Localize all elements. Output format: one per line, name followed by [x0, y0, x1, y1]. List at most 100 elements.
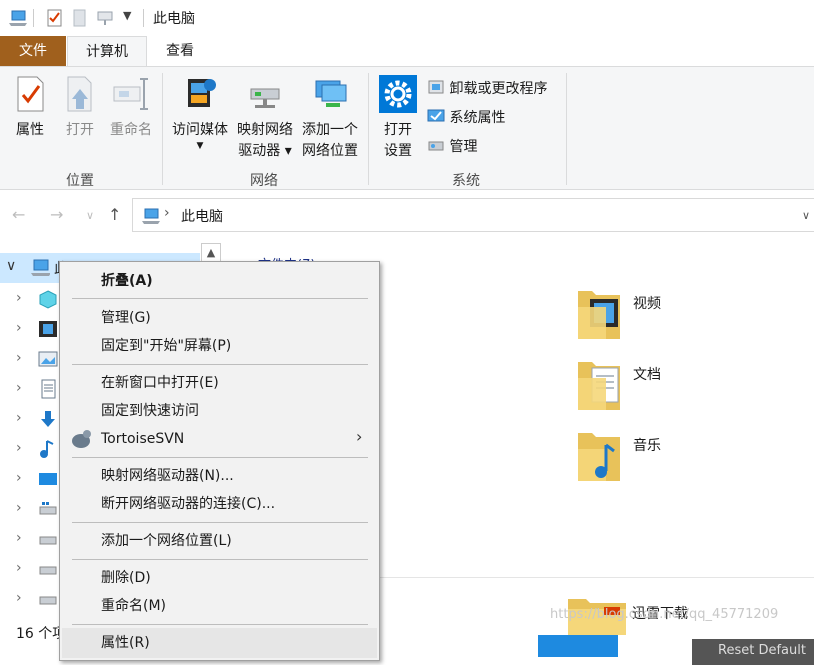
ribbon: 属性 打开 重命名 位置 访问媒体 ▼ 映射网络 驱动器 ▾ 添加一个 网络位置…: [0, 66, 814, 190]
chevron-right-icon[interactable]: ›: [16, 470, 22, 486]
open-settings-label-1: 打开: [384, 122, 412, 138]
divider: [143, 9, 144, 27]
menu-item-collapse[interactable]: 折叠(A): [101, 267, 153, 295]
tab-view[interactable]: 查看: [147, 36, 213, 66]
uninstall-programs-button[interactable]: 卸载或更改程序: [427, 77, 547, 101]
menu-item-add-network-location[interactable]: 添加一个网络位置(L): [101, 527, 232, 555]
folder-label-videos: 视频: [633, 296, 661, 312]
expanded-chevron-icon[interactable]: ∨: [6, 258, 16, 274]
menu-item-disconnect-drive[interactable]: 断开网络驱动器的连接(C)...: [101, 490, 275, 518]
breadcrumb-chevron-icon[interactable]: ›: [164, 205, 170, 221]
menu-separator: [72, 559, 368, 560]
tab-file[interactable]: 文件: [0, 36, 66, 66]
map-drive-label-2: 驱动器 ▾: [238, 143, 292, 159]
picture-icon: [38, 351, 58, 367]
computer-icon: [31, 259, 50, 276]
menu-item-tortoisesvn[interactable]: TortoiseSVN: [101, 425, 184, 453]
system-properties-icon: [427, 109, 445, 122]
open-settings-label-2: 设置: [384, 143, 412, 159]
folder-videos[interactable]: 视频: [576, 287, 696, 343]
open-settings-button[interactable]: 打开 设置: [376, 75, 420, 162]
reset-default-button[interactable]: Reset Default: [692, 639, 814, 665]
add-network-label-1: 添加一个: [302, 122, 358, 138]
add-network-location-button[interactable]: 添加一个 网络位置: [298, 75, 362, 162]
group-separator: [368, 73, 369, 185]
manage-button[interactable]: 管理: [427, 135, 477, 159]
rename-label: 重命名: [110, 122, 152, 138]
menu-item-pin-quick-access[interactable]: 固定到快速访问: [101, 397, 199, 425]
network-location-icon: [315, 80, 347, 107]
properties-button[interactable]: 属性: [8, 75, 52, 141]
computer-icon: [9, 10, 27, 26]
title-bar: ▼ 此电脑: [0, 0, 814, 36]
chevron-right-icon[interactable]: ›: [16, 530, 22, 546]
rename-button[interactable]: 重命名: [106, 75, 156, 141]
menu-item-manage[interactable]: 管理(G): [101, 304, 151, 332]
tab-computer[interactable]: 计算机: [67, 36, 147, 66]
open-label: 打开: [66, 122, 94, 138]
uninstall-icon: [428, 80, 444, 94]
forward-arrow-icon[interactable]: →: [50, 205, 63, 224]
group-label-location: 位置: [66, 173, 94, 189]
menu-item-map-network-drive[interactable]: 映射网络驱动器(N)...: [101, 462, 234, 490]
address-row: ← → ∨ ↑ › 此电脑 ∨: [0, 191, 814, 241]
menu-separator: [72, 457, 368, 458]
music-note-icon: [40, 440, 54, 458]
rename-icon: [113, 78, 148, 110]
address-bar[interactable]: › 此电脑: [132, 198, 814, 232]
document-folder-icon: [578, 362, 620, 410]
context-menu: 折叠(A) 管理(G) 固定到"开始"屏幕(P) 在新窗口中打开(E) 固定到快…: [59, 261, 380, 661]
chevron-right-icon[interactable]: ›: [16, 380, 22, 396]
recent-chevron-icon[interactable]: ∨: [86, 209, 94, 222]
submenu-arrow-icon: ›: [356, 427, 363, 446]
chevron-right-icon[interactable]: ›: [16, 560, 22, 576]
up-arrow-icon[interactable]: ↑: [108, 205, 121, 224]
chevron-right-icon[interactable]: ›: [16, 290, 22, 306]
network-icon[interactable]: [96, 9, 114, 27]
chevron-right-icon[interactable]: ›: [16, 350, 22, 366]
video-folder-icon: [578, 291, 620, 339]
system-properties-button[interactable]: 系统属性: [427, 106, 505, 130]
desktop-icon: [39, 473, 57, 485]
chevron-right-icon[interactable]: ›: [16, 320, 22, 336]
group-separator: [162, 73, 163, 185]
folder-label-music: 音乐: [633, 438, 661, 454]
drive-icon: [39, 596, 57, 605]
back-arrow-icon[interactable]: ←: [12, 205, 25, 224]
ribbon-tabs: 文件 计算机 查看: [0, 36, 814, 66]
add-network-label-2: 网络位置: [302, 143, 358, 159]
folder-documents[interactable]: 文档: [576, 358, 696, 414]
manage-label: 管理: [449, 139, 478, 155]
menu-item-delete[interactable]: 删除(D): [101, 564, 151, 592]
folder-label-documents: 文档: [633, 367, 661, 383]
open-button[interactable]: 打开: [58, 75, 102, 141]
video-icon: [39, 321, 57, 337]
menu-item-open-new-window[interactable]: 在新窗口中打开(E): [101, 369, 219, 397]
menu-item-rename[interactable]: 重命名(M): [101, 592, 166, 620]
open-icon: [67, 76, 92, 112]
folder-music[interactable]: 音乐: [576, 429, 696, 485]
chevron-right-icon[interactable]: ›: [16, 410, 22, 426]
menu-separator: [72, 522, 368, 523]
menu-separator: [72, 364, 368, 365]
manage-icon: [428, 141, 444, 151]
blue-button-fragment[interactable]: [538, 635, 618, 657]
properties-icon[interactable]: [46, 9, 64, 27]
menu-item-pin-to-start[interactable]: 固定到"开始"屏幕(P): [101, 332, 231, 360]
chevron-right-icon[interactable]: ›: [16, 500, 22, 516]
chevron-right-icon[interactable]: ›: [16, 590, 22, 606]
chevron-down-icon[interactable]: ▼: [123, 9, 131, 22]
scroll-up-button[interactable]: ▲: [201, 243, 221, 263]
address-path[interactable]: 此电脑: [181, 206, 223, 226]
properties-icon: [17, 76, 44, 112]
menu-item-properties[interactable]: 属性(R): [101, 629, 150, 657]
map-drive-icon: [250, 88, 280, 108]
access-media-label: 访问媒体: [172, 122, 228, 138]
new-folder-icon[interactable]: [72, 9, 88, 27]
chevron-right-icon[interactable]: ›: [16, 440, 22, 456]
access-media-button[interactable]: 访问媒体 ▼: [168, 75, 232, 151]
watermark-text: https://blog.csdn.net/qq_45771209: [550, 607, 779, 622]
address-dropdown-icon[interactable]: ∨: [802, 209, 810, 222]
computer-icon: [142, 208, 160, 224]
map-drive-button[interactable]: 映射网络 驱动器 ▾: [233, 75, 297, 162]
